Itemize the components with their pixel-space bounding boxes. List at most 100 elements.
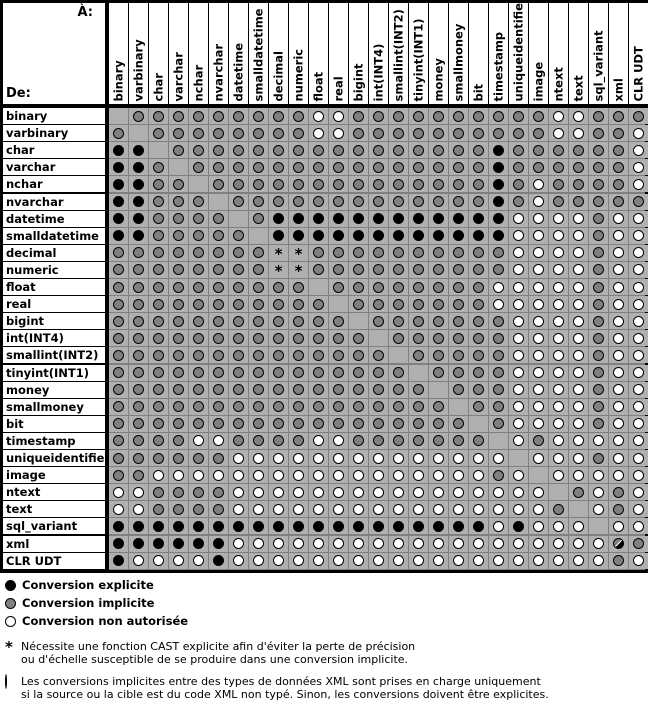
matrix-cell [489,484,508,501]
implicit-conversion-icon [273,384,284,396]
not-allowed-icon [633,213,644,225]
matrix-cell [409,176,428,193]
matrix-cell [149,501,168,518]
implicit-conversion-icon [353,332,364,344]
implicit-conversion-icon [153,452,164,464]
matrix-cell [569,296,588,313]
implicit-conversion-icon [133,349,144,361]
matrix-cell [249,347,268,364]
matrix-cell [549,244,568,261]
not-allowed-icon [633,384,644,396]
column-header-label: uniqueidentifier [510,3,525,101]
implicit-conversion-icon [113,332,124,344]
matrix-cell [609,467,628,484]
matrix-cell [629,142,648,159]
column-header-label: tinyint(INT1) [410,17,425,101]
not-allowed-icon [333,486,344,498]
matrix-cell [629,227,648,244]
column-header-label: xml [610,77,625,101]
matrix-cell [349,244,368,261]
matrix-cell [529,415,548,432]
matrix-cell [549,432,568,449]
matrix-cell [129,227,148,244]
implicit-conversion-icon [553,144,564,156]
matrix-cell [369,244,388,261]
matrix-cell [589,415,608,432]
matrix-cell [289,535,308,552]
matrix-cell [629,296,648,313]
matrix-cell [229,142,248,159]
matrix-cell [529,210,548,227]
matrix-cell [109,279,128,296]
matrix-cell [209,398,228,415]
matrix-cell [149,484,168,501]
explicit-conversion-icon [113,538,124,550]
matrix-cell [309,398,328,415]
matrix-cell [629,450,648,467]
row-header-tinyint-int1: tinyint(INT1) [3,364,105,381]
matrix-cell [549,227,568,244]
implicit-conversion-icon [493,247,504,259]
matrix-cell [349,330,368,347]
implicit-conversion-icon [453,144,464,156]
implicit-conversion-icon [393,367,404,379]
matrix-cell [129,467,148,484]
matrix-cell [469,364,488,381]
implicit-conversion-icon [133,110,144,122]
column-header-label: bit [470,83,485,101]
matrix-cell [409,552,428,569]
not-allowed-icon [513,230,524,242]
matrix-cell [369,261,388,278]
matrix-cell [169,330,188,347]
row-header-bit: bit [3,415,105,432]
matrix-cell [549,159,568,176]
matrix-cell [529,398,548,415]
cast-required-icon: * [294,244,303,263]
cast-required-icon: * [274,261,283,280]
matrix-cell [249,330,268,347]
matrix-cell [309,450,328,467]
implicit-conversion-icon [293,110,304,122]
not-allowed-icon [413,486,424,498]
implicit-conversion-icon [153,349,164,361]
matrix-cell [129,159,148,176]
matrix-cell [589,108,608,125]
implicit-conversion-icon [193,144,204,156]
implicit-conversion-icon [293,384,304,396]
matrix-cell [129,210,148,227]
matrix-cell: * [289,261,308,278]
row-header-smalldatetime: smalldatetime [3,227,105,244]
explicit-conversion-icon [113,213,124,225]
implicit-conversion-icon [253,213,264,225]
column-header-label: varbinary [130,38,145,101]
row-header-char: char [3,142,105,159]
implicit-conversion-icon [413,418,424,430]
implicit-conversion-icon [193,315,204,327]
matrix-cell [129,364,148,381]
row-header-nchar: nchar [3,176,105,193]
not-allowed-icon [353,538,364,550]
implicit-conversion-icon [253,401,264,413]
implicit-conversion-icon [593,452,604,464]
explicit-conversion-icon [213,520,224,532]
implicit-conversion-icon [593,281,604,293]
implicit-conversion-icon [253,332,264,344]
matrix-cell [349,381,368,398]
implicit-conversion-icon [293,349,304,361]
matrix-cell [629,381,648,398]
matrix-cell [289,347,308,364]
matrix-cell [129,142,148,159]
matrix-cell [549,381,568,398]
matrix-cell [349,364,368,381]
not-allowed-icon [593,503,604,515]
implicit-conversion-icon [513,161,524,173]
explicit-conversion-icon [433,230,444,242]
implicit-conversion-icon [333,315,344,327]
matrix-cell [489,210,508,227]
implicit-conversion-icon [493,332,504,344]
matrix-cell [109,381,128,398]
matrix-cell [269,381,288,398]
matrix-cell [369,108,388,125]
not-allowed-icon [613,213,624,225]
matrix-cell [249,381,268,398]
